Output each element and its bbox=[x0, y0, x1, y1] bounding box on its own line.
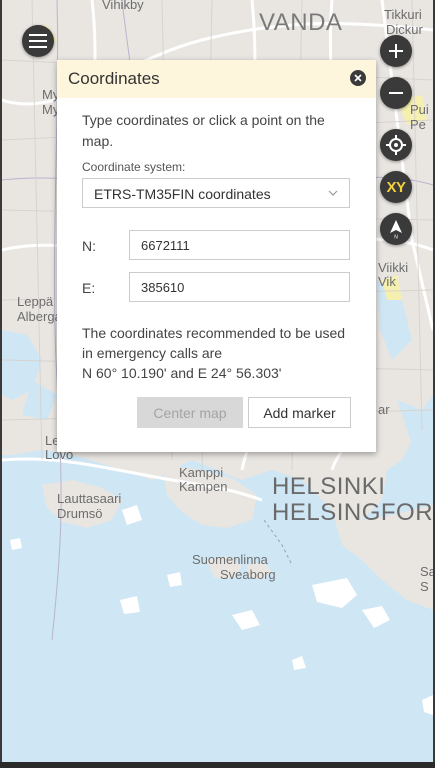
e-coordinate-value: 385610 bbox=[141, 280, 185, 295]
panel-header: Coordinates bbox=[57, 60, 376, 98]
note-line-2: in emergency calls are bbox=[82, 345, 223, 361]
coordinate-system-label: Coordinate system: bbox=[82, 160, 186, 174]
panel-title: Coordinates bbox=[68, 69, 160, 88]
map-label-sveaborg: Sveaborg bbox=[220, 567, 276, 582]
zoom-in-button[interactable] bbox=[380, 35, 412, 67]
map-label-alberga: Alberga bbox=[17, 309, 62, 324]
locate-button[interactable] bbox=[380, 129, 412, 161]
map-label-vanda: VANDA bbox=[259, 9, 343, 36]
north-button[interactable]: N bbox=[380, 213, 412, 245]
coordinates-panel: Coordinates Type coordinates or click a … bbox=[57, 60, 376, 452]
map-label-leppa: Leppä bbox=[17, 294, 54, 309]
north-letter: N bbox=[394, 235, 398, 240]
coordinate-system-select[interactable]: ETRS-TM35FIN coordinates bbox=[82, 178, 350, 208]
map-label-s: S bbox=[420, 579, 429, 594]
map-label-vihikby: Vihikby bbox=[102, 0, 144, 12]
compass-north-icon: N bbox=[390, 220, 402, 240]
map-label-sa: Sa bbox=[420, 564, 433, 579]
center-map-button[interactable]: Center map bbox=[137, 397, 243, 428]
coordinates-xy-label: XY bbox=[386, 178, 406, 196]
emergency-coordinates-note: The coordinates recommended to be used i… bbox=[82, 323, 357, 383]
plus-icon bbox=[389, 44, 403, 58]
crosshair-icon bbox=[386, 135, 406, 155]
close-button[interactable] bbox=[350, 70, 366, 86]
chevron-down-icon bbox=[328, 190, 338, 196]
map-label-tikkuri: Tikkuri bbox=[384, 7, 422, 22]
n-coordinate-input[interactable]: 6672111 bbox=[129, 230, 350, 260]
map-label-suomenlinna: Suomenlinna bbox=[192, 552, 268, 567]
n-coordinate-value: 6672111 bbox=[141, 238, 190, 253]
zoom-out-button[interactable] bbox=[380, 77, 412, 109]
map-label-lauttasaari: Lauttasaari bbox=[57, 491, 122, 506]
map-label-ar: ar bbox=[378, 402, 390, 417]
frame-left-edge bbox=[0, 0, 2, 768]
map-label-pe: Pe bbox=[410, 117, 426, 132]
coordinates-button[interactable]: XY bbox=[380, 171, 412, 203]
menu-button[interactable] bbox=[22, 25, 54, 57]
note-line-3: N 60° 10.190' and E 24° 56.303' bbox=[82, 365, 282, 381]
map-label-kamppi: Kamppi bbox=[179, 465, 224, 480]
minus-icon bbox=[389, 92, 403, 94]
coordinate-system-value: ETRS-TM35FIN coordinates bbox=[94, 186, 271, 202]
panel-intro-text: Type coordinates or click a point on the… bbox=[82, 112, 325, 149]
map-label-drumso: Drumsö bbox=[57, 506, 103, 521]
map-label-pui: Pui bbox=[410, 102, 429, 117]
note-line-1: The coordinates recommended to be used bbox=[82, 325, 346, 341]
map-label-helsinki: HELSINKI bbox=[272, 473, 386, 500]
hamburger-menu-icon bbox=[29, 34, 47, 48]
e-field-label: E: bbox=[82, 280, 96, 296]
bottom-edge-bar bbox=[0, 762, 435, 768]
n-field-label: N: bbox=[82, 238, 96, 254]
map-label-helsingfors: HELSINGFOR bbox=[272, 499, 433, 526]
close-icon bbox=[354, 74, 362, 82]
map-label-vik: Vik bbox=[378, 274, 396, 289]
add-marker-button[interactable]: Add marker bbox=[248, 397, 351, 428]
map-label-viikki: Viikki bbox=[378, 260, 409, 275]
map-label-kampen: Kampen bbox=[179, 479, 228, 494]
e-coordinate-input[interactable]: 385610 bbox=[129, 272, 350, 302]
